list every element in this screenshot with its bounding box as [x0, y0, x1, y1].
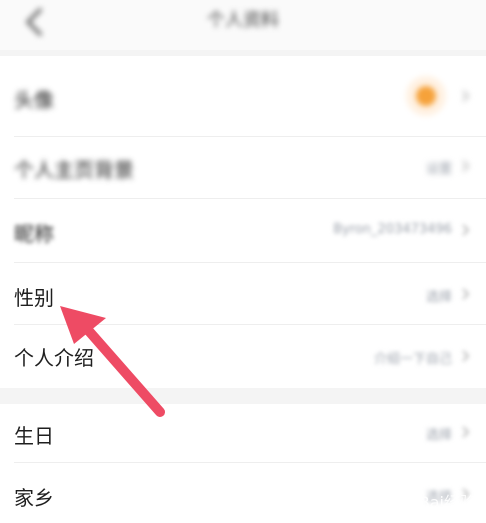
chevron-right-icon [462, 160, 470, 172]
divider [14, 462, 486, 463]
chevron-right-icon [462, 350, 470, 362]
row-intro[interactable]: 个人介绍 介绍一下自己 [0, 336, 486, 376]
row-hometown[interactable]: 家乡 选择 [0, 474, 486, 514]
row-label-avatar: 头像 [14, 88, 54, 112]
row-avatar[interactable]: 头像 [0, 76, 486, 116]
divider [14, 324, 486, 325]
avatar-image [416, 86, 436, 106]
chevron-right-icon [462, 288, 470, 300]
row-label-intro: 个人介绍 [14, 346, 94, 370]
row-label-gender: 性别 [14, 286, 54, 310]
divider [14, 136, 486, 137]
chevron-right-icon [462, 90, 470, 102]
row-label-nickname: 昵称 [14, 222, 54, 246]
divider [14, 262, 486, 263]
row-birthday[interactable]: 生日 选择 [0, 410, 486, 450]
row-value-gender: 选择 [425, 290, 452, 305]
page-title: 个人资料 [207, 10, 279, 31]
divider [14, 198, 486, 199]
row-label-homepage-background: 个人主页背景 [14, 158, 134, 182]
profile-card-1: 头像 个人主页背景 设置 昵称 Byron_203473496 性别 选择 个人… [0, 56, 486, 388]
row-gender[interactable]: 性别 选择 [0, 274, 486, 314]
row-homepage-background[interactable]: 个人主页背景 设置 [0, 146, 486, 186]
row-value-birthday: 选择 [425, 428, 452, 443]
chevron-right-icon [462, 224, 470, 236]
top-bar: 个人资料 [0, 0, 486, 50]
row-nickname[interactable]: 昵称 Byron_203473496 [0, 210, 486, 250]
row-label-birthday: 生日 [14, 424, 54, 448]
chevron-right-icon [462, 426, 470, 438]
watermark: Bai经验 [418, 493, 476, 512]
avatar[interactable] [406, 76, 446, 116]
profile-card-2: 生日 选择 家乡 选择 [0, 404, 486, 523]
row-value-homepage-background: 设置 [425, 162, 452, 177]
row-value-intro: 介绍一下自己 [373, 352, 452, 367]
row-value-nickname: Byron_203473496 [333, 222, 452, 237]
row-label-hometown: 家乡 [14, 486, 54, 510]
